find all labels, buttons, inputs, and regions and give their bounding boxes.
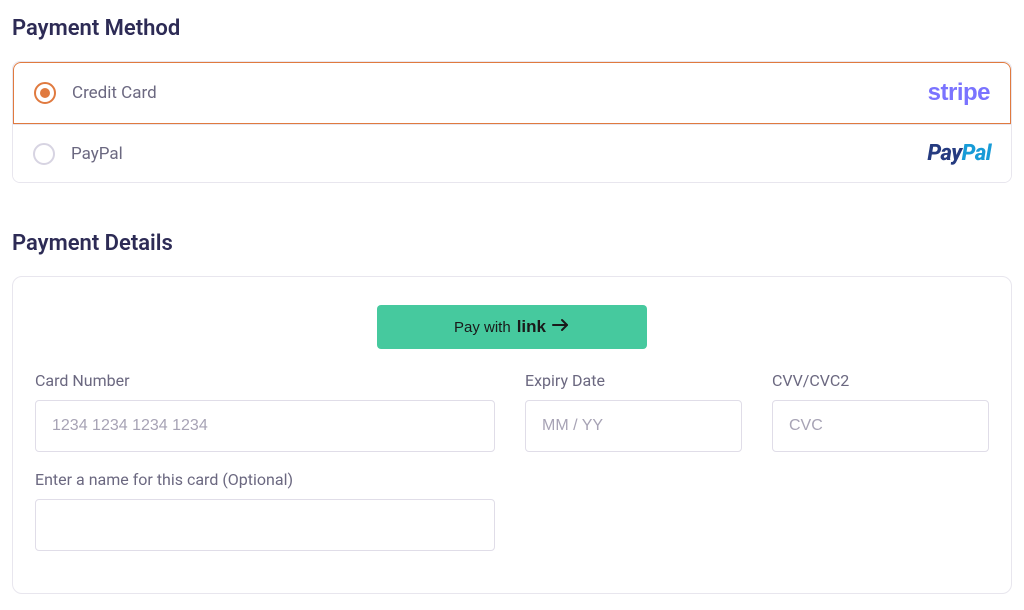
- col-cvv: CVV/CVC2: [772, 371, 989, 452]
- row-card-expiry-cvv: Card Number Expiry Date CVV/CVC2: [35, 371, 989, 452]
- label-card-name: Enter a name for this card (Optional): [35, 470, 495, 489]
- link-wordmark: link: [517, 317, 546, 337]
- paypal-logo-pay: Pay: [927, 141, 961, 166]
- radio-paypal[interactable]: [33, 143, 55, 165]
- card-name-input[interactable]: [35, 499, 495, 551]
- cvv-input[interactable]: [772, 400, 989, 452]
- col-card-name: Enter a name for this card (Optional): [35, 470, 495, 551]
- method-label-credit-card: Credit Card: [72, 83, 157, 103]
- label-expiry: Expiry Date: [525, 371, 742, 390]
- method-label-paypal: PayPal: [71, 144, 123, 164]
- method-left: Credit Card: [34, 82, 157, 104]
- row-card-name: Enter a name for this card (Optional): [35, 470, 989, 551]
- payment-details-card: Pay with link Card Number Expiry Date CV…: [12, 276, 1012, 594]
- paypal-logo: PayPal: [927, 141, 991, 166]
- radio-credit-card[interactable]: [34, 82, 56, 104]
- pay-with-link-button[interactable]: Pay with link: [377, 305, 647, 349]
- payment-method-paypal[interactable]: PayPal PayPal: [13, 124, 1011, 182]
- label-cvv: CVV/CVC2: [772, 371, 989, 390]
- payment-method-title: Payment Method: [12, 16, 1012, 41]
- expiry-input[interactable]: [525, 400, 742, 452]
- pay-with-link-prefix: Pay with: [454, 319, 511, 336]
- stripe-logo: stripe: [928, 79, 990, 107]
- paypal-logo-pal: Pal: [962, 141, 991, 166]
- col-card-number: Card Number: [35, 371, 495, 452]
- method-left: PayPal: [33, 143, 123, 165]
- label-card-number: Card Number: [35, 371, 495, 390]
- col-expiry: Expiry Date: [525, 371, 742, 452]
- payment-method-credit-card[interactable]: Credit Card stripe: [13, 62, 1011, 124]
- payment-method-list: Credit Card stripe PayPal PayPal: [12, 61, 1012, 183]
- arrow-right-icon: [552, 318, 570, 337]
- card-number-input[interactable]: [35, 400, 495, 452]
- payment-details-title: Payment Details: [12, 231, 1012, 256]
